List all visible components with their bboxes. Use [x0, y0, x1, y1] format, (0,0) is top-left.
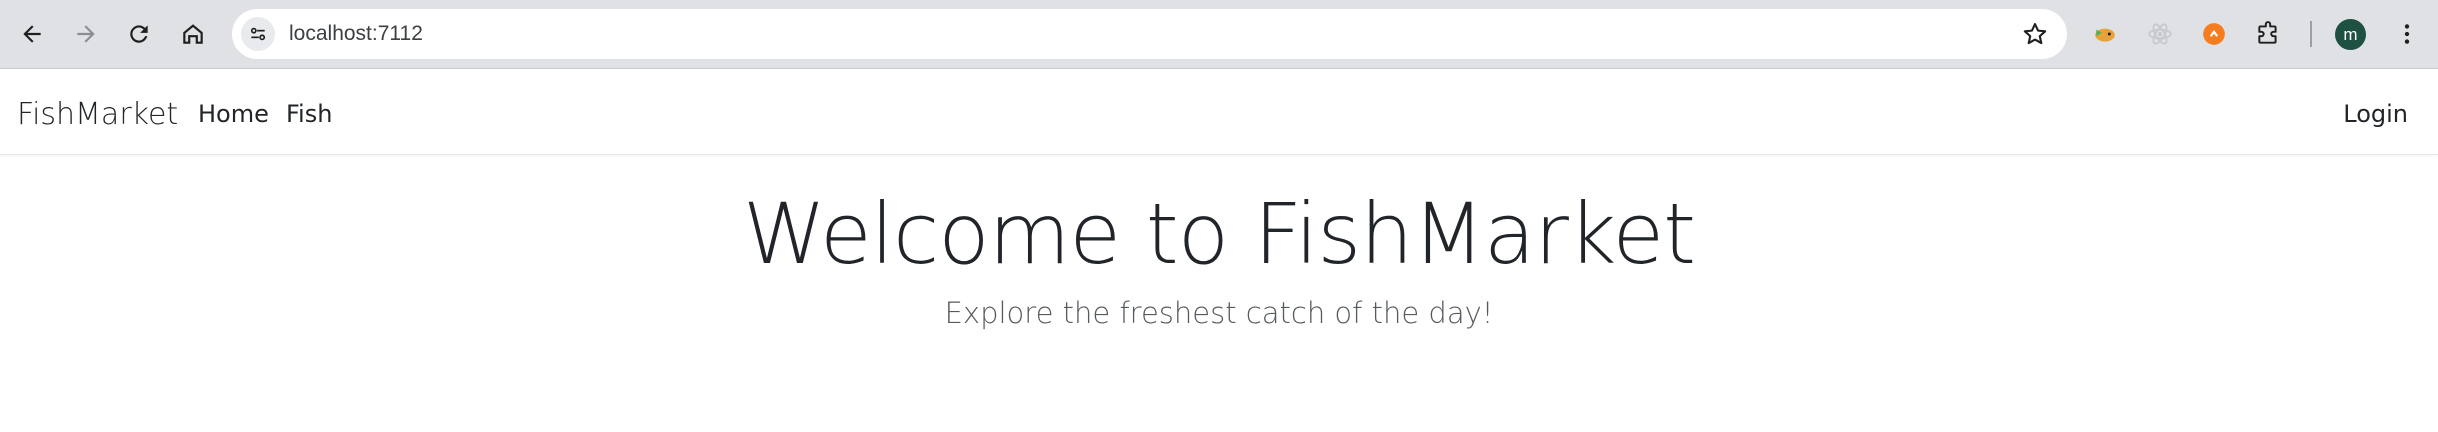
extension-orange-icon	[2203, 23, 2225, 45]
browser-menu-button[interactable]	[2392, 19, 2422, 49]
home-icon	[183, 24, 203, 44]
extension-orange[interactable]	[2199, 19, 2229, 49]
extension-react[interactable]	[2145, 19, 2175, 49]
url-text[interactable]: localhost:7112	[289, 22, 423, 46]
forward-button[interactable]	[66, 14, 106, 54]
extensions-button[interactable]	[2253, 19, 2283, 49]
nav-link-home[interactable]: Home	[198, 100, 269, 128]
address-bar[interactable]: localhost:7112	[232, 9, 2067, 59]
bookmark-star-icon	[2023, 23, 2047, 45]
back-button[interactable]	[12, 14, 52, 54]
extension-fish-icon	[2095, 28, 2115, 42]
toolbar-divider	[2310, 21, 2312, 47]
bookmark-button[interactable]	[2021, 20, 2049, 48]
extensions-puzzle-icon	[2258, 21, 2277, 44]
home-button[interactable]	[173, 14, 213, 54]
profile-avatar[interactable]: m	[2335, 19, 2366, 50]
site-info-button[interactable]	[241, 17, 275, 51]
brand-logo-link[interactable]: FishMarket	[17, 97, 178, 132]
browser-toolbar: localhost:7112 m	[0, 0, 2438, 69]
reload-icon	[130, 25, 148, 43]
reload-button[interactable]	[119, 14, 159, 54]
extension-fish[interactable]	[2090, 19, 2120, 49]
login-link[interactable]: Login	[2343, 100, 2408, 128]
back-icon	[23, 25, 41, 43]
site-info-icon	[250, 27, 266, 41]
page-title: Welcome to FishMarket	[742, 185, 1696, 283]
extension-react-icon	[2148, 23, 2172, 45]
menu-dots-icon	[2404, 24, 2410, 44]
nav-link-fish[interactable]: Fish	[286, 100, 332, 128]
site-navbar: FishMarket Home Fish Login	[0, 69, 2438, 155]
page-subtitle: Explore the freshest catch of the day!	[944, 296, 1494, 330]
forward-icon	[77, 25, 95, 43]
